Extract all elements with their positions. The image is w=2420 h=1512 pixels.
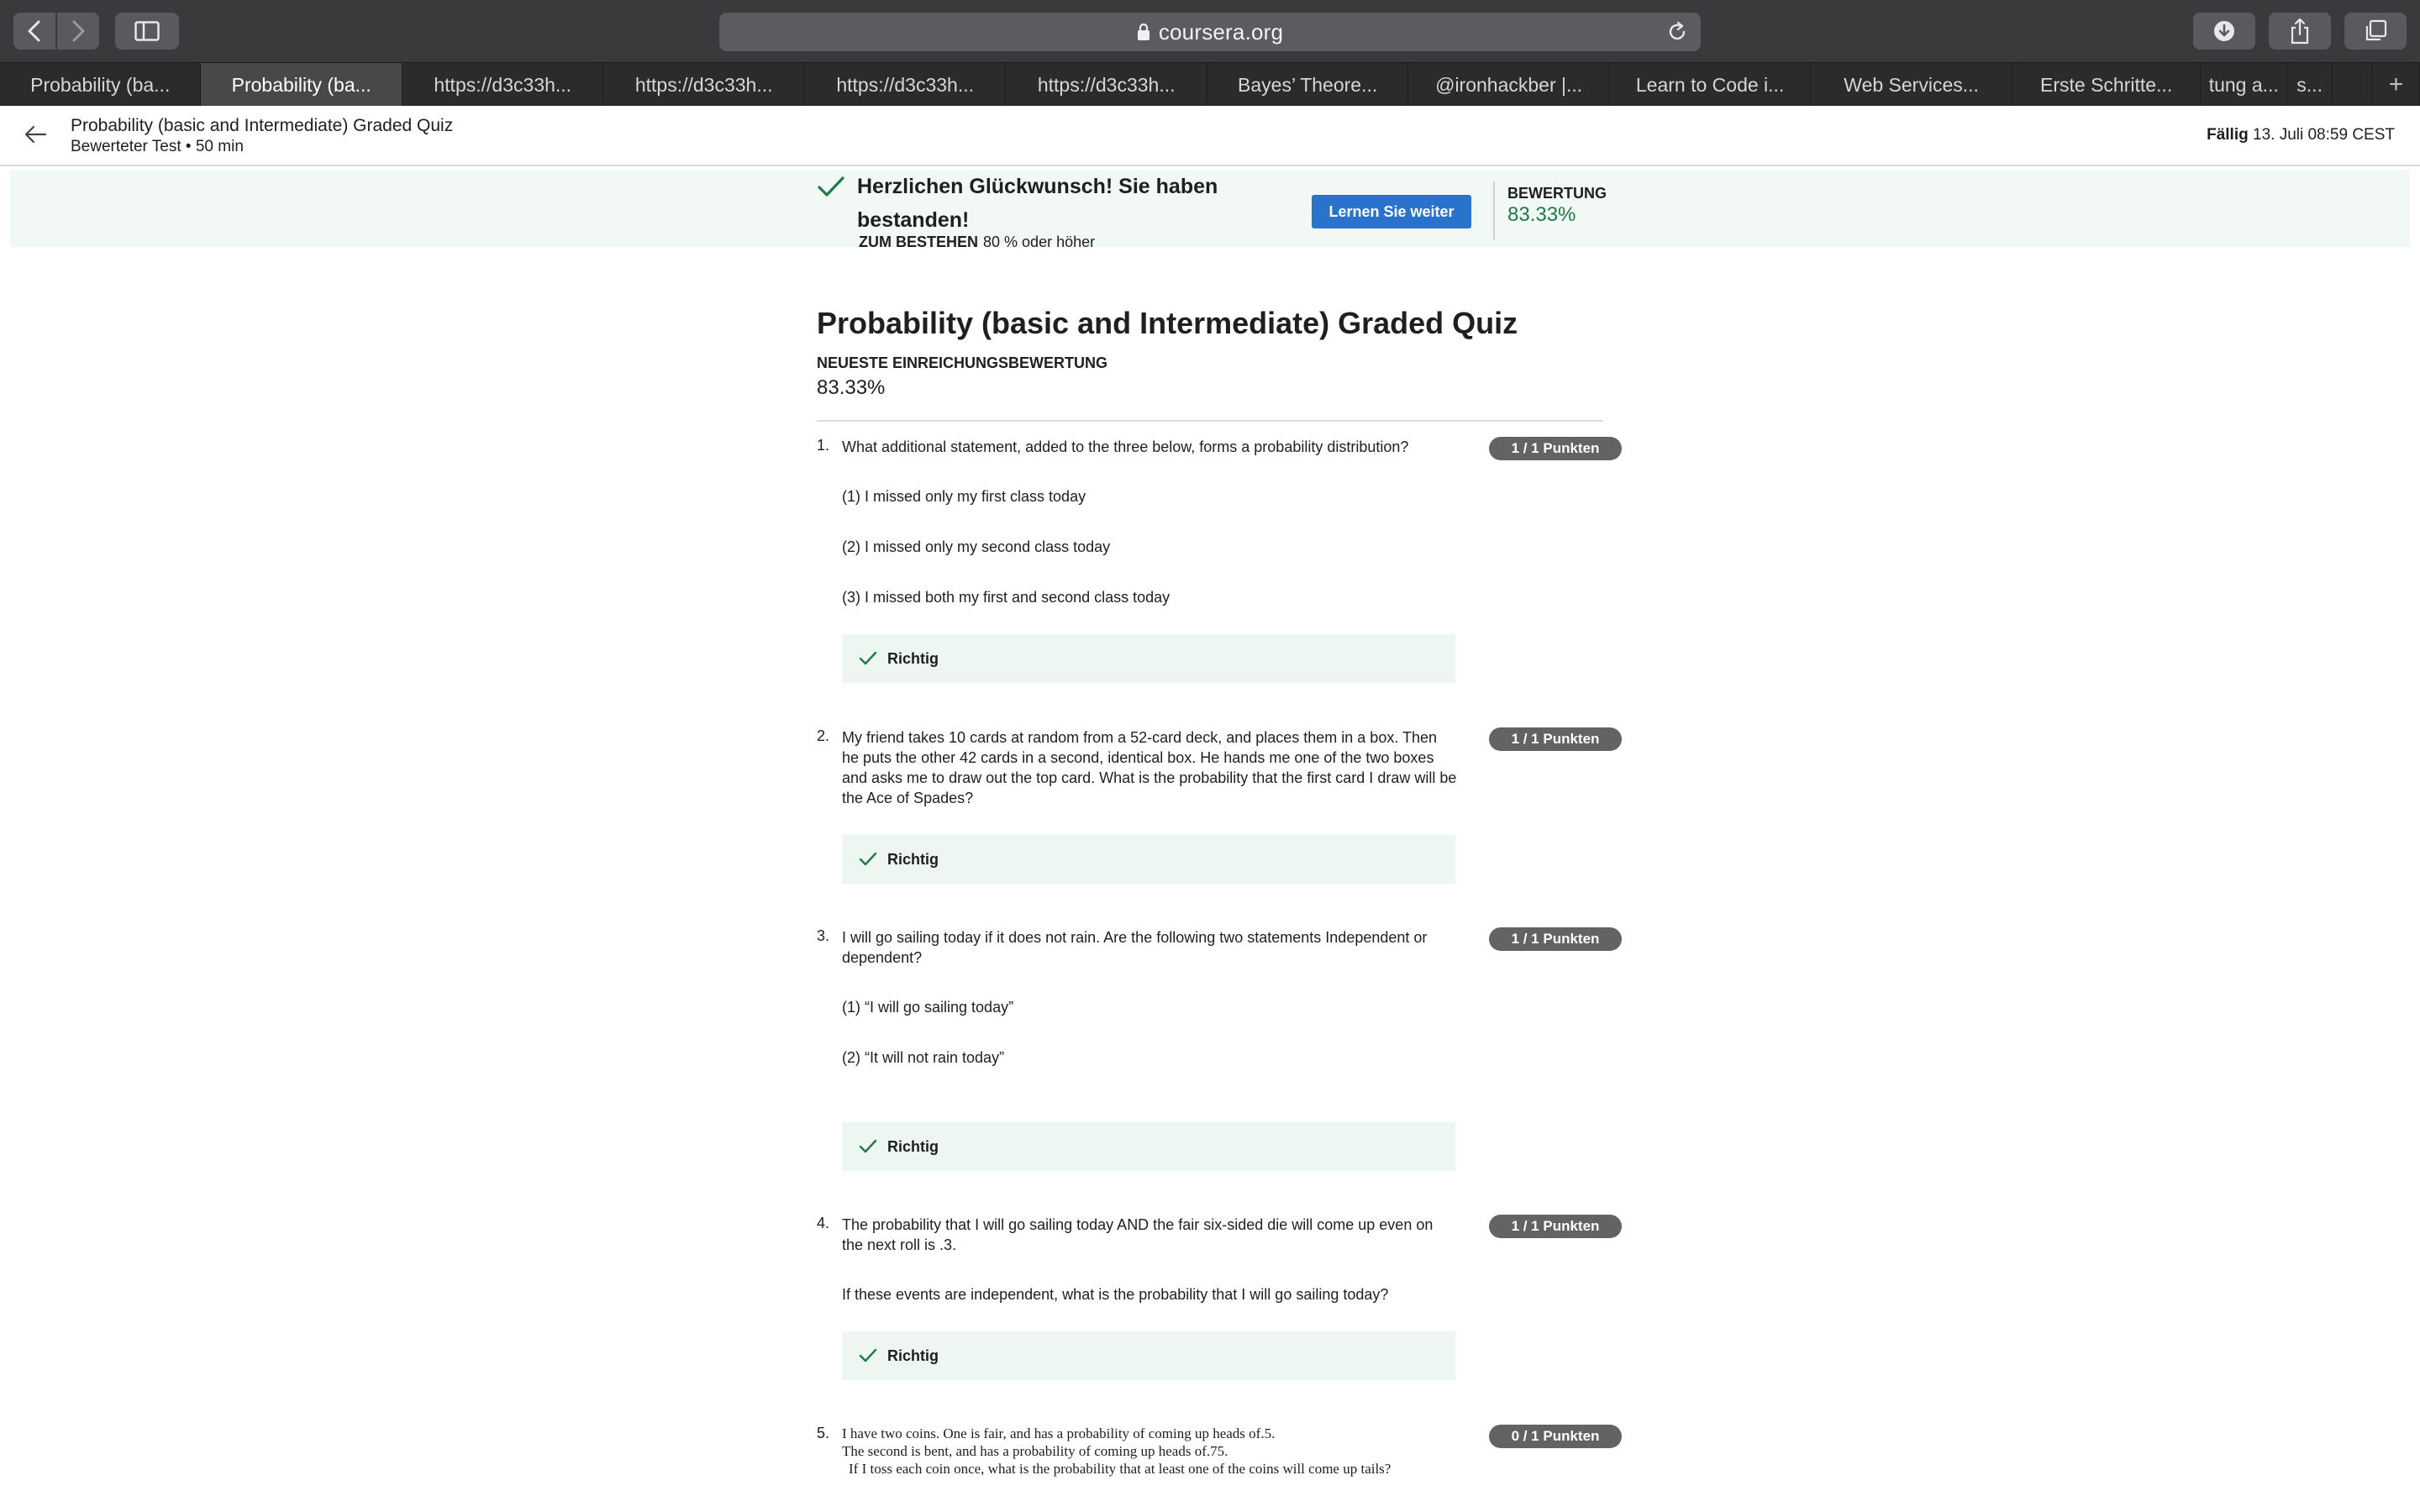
question-text-line: The second is bent, and has a probabilit… [842,1443,1228,1459]
tab-probability-active[interactable]: Probability (ba... [201,63,402,107]
question-text: I will go sailing today if it does not r… [842,929,1428,966]
share-icon [2291,18,2309,45]
tab-d3c33h-4[interactable]: https://d3c33h... [1006,63,1207,107]
question-text: What additional statement, added to the … [842,438,1409,455]
chevron-right-icon [72,20,85,42]
tab-web-services[interactable]: Web Services... [1811,63,2012,107]
pass-banner: Herzlichen Glückwunsch! Sie haben bestan… [10,170,2410,250]
tab-erste-schritte[interactable]: Erste Schritte... [2012,63,2202,107]
lock-icon [1137,23,1150,40]
check-icon [859,651,877,665]
question-number: 5. [817,1425,830,1441]
due-value: 13. Juli 08:59 CEST [2253,126,2395,144]
pass-value: 80 % oder höher [983,234,1096,250]
question-text-line: If I toss each coin once, what is the pr… [849,1461,1392,1477]
quiz-title: Probability (basic and Intermediate) Gra… [817,306,1518,340]
tabs-icon [2365,19,2387,41]
banner-divider [1493,181,1495,240]
points-badge: 1 / 1 Punkten [1489,927,1622,951]
grade-label: BEWERTUNG [1507,185,1607,202]
sidebar-icon [134,21,160,41]
tab-strip: Probability (ba... Probability (ba... ht… [0,62,2420,107]
question-statement: If these events are independent, what is… [842,1286,1389,1303]
points-badge: 0 / 1 Punkten [1489,1425,1622,1448]
browser-back-button[interactable] [13,13,55,50]
page-header: Probability (basic and Intermediate) Gra… [0,106,2420,166]
question-text: I have two coins. One is fair, and has a… [842,1425,1276,1441]
reload-icon[interactable] [1665,20,1689,44]
tab-overview-button[interactable] [2344,13,2407,50]
points-badge: 1 / 1 Punkten [1489,1215,1622,1238]
page-title: Probability (basic and Intermediate) Gra… [71,116,454,135]
question-text: My friend takes 10 cards at random from … [842,729,1457,806]
check-icon [818,176,844,197]
chevron-left-icon [28,20,40,42]
tab-d3c33h-2[interactable]: https://d3c33h... [603,63,805,107]
page-subtitle: Bewerteter Test • 50 min [71,138,244,155]
downloads-button[interactable] [2193,13,2255,50]
download-icon [2214,21,2234,41]
browser-forward-button[interactable] [57,13,99,50]
result-label: Richtig [887,1347,939,1364]
banner-title: Herzlichen Glückwunsch! Sie haben bestan… [857,175,1218,232]
question-number: 4. [817,1215,830,1231]
result-label: Richtig [887,1137,939,1155]
latest-submission-label: NEUESTE EINREICHUNGSBEWERTUNG [817,354,1108,371]
result-label: Richtig [887,649,939,667]
tab-d3c33h-1[interactable]: https://d3c33h... [402,63,604,107]
question-number: 2. [817,727,830,744]
question-number: 3. [817,927,830,944]
due-label: Fällig [2207,126,2249,144]
result-correct: Richtig [842,1331,1455,1380]
pass-label: ZUM BESTEHEN [859,234,979,250]
result-correct: Richtig [842,634,1455,683]
pass-threshold: ZUM BESTEHEN 80 % oder höher [859,234,1095,251]
tab-tung[interactable]: tung a... [2201,63,2288,107]
question-statement: (3) I missed both my first and second cl… [842,589,1171,606]
points-badge: 1 / 1 Punkten [1489,727,1622,751]
points-badge: 1 / 1 Punkten [1489,437,1622,460]
tab-ironhackber[interactable]: @ironhackber |... [1408,63,1610,107]
due-date: Fällig 13. Juli 08:59 CEST [2207,126,2395,144]
new-tab-button[interactable]: + [2373,63,2420,107]
browser-toolbar: coursera.org [0,0,2420,62]
address-bar[interactable]: coursera.org [719,13,1701,51]
question-statement: (2) I missed only my second class today [842,538,1111,555]
arrow-left-icon[interactable] [24,124,47,144]
question-text: The probability that I will go sailing t… [842,1216,1434,1253]
result-label: Richtig [887,850,939,868]
latest-submission-value: 83.33% [817,376,886,399]
check-icon [859,852,877,866]
divider [817,420,1603,422]
tab-learn-to-code[interactable]: Learn to Code i... [1610,63,1812,107]
question-number: 1. [817,437,830,454]
question-statement: (2) “It will not rain today” [842,1049,1005,1066]
tab-d3c33h-3[interactable]: https://d3c33h... [805,63,1007,107]
tab-probability-1[interactable]: Probability (ba... [0,63,202,107]
tab-bayes-theorem[interactable]: Bayes’ Theore... [1207,63,1409,107]
sidebar-toggle-button[interactable] [115,13,179,50]
result-correct: Richtig [842,835,1455,884]
tab-blank[interactable] [2333,63,2374,107]
question-statement: (1) “I will go sailing today” [842,999,1014,1016]
continue-learning-button[interactable]: Lernen Sie weiter [1312,195,1471,228]
address-text: coursera.org [1158,18,1284,45]
result-correct: Richtig [842,1122,1455,1171]
check-icon [859,1348,877,1362]
check-icon [859,1139,877,1153]
share-button[interactable] [2269,13,2331,50]
question-statement: (1) I missed only my first class today [842,488,1086,505]
grade-value: 83.33% [1507,203,1576,226]
tab-s[interactable]: s... [2287,63,2333,107]
